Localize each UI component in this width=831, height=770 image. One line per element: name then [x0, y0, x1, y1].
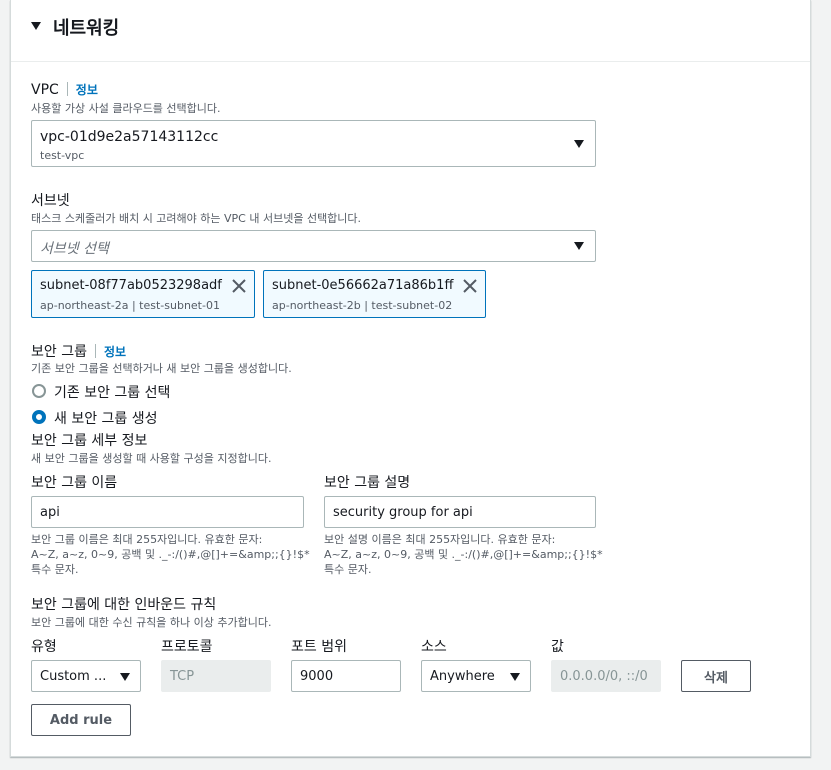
divider [94, 344, 96, 358]
subnet-token: subnet-08f77ab0523298adf ap-northeast-2a… [31, 270, 255, 318]
vpc-select[interactable]: vpc-01d9e2a57143112cc test-vpc [31, 120, 596, 167]
inbound-rules-label: 보안 그룹에 대한 인바운드 규칙 [31, 597, 217, 613]
vpc-selected-name: test-vpc [40, 149, 85, 162]
divider [66, 82, 68, 96]
rule-protocol-input: TCP [161, 660, 271, 692]
security-group-desc-label: 보안 그룹 설명 [324, 475, 411, 491]
caret-down-icon [574, 242, 584, 250]
caret-down-icon[interactable] [31, 22, 41, 30]
section-title: 네트워킹 [53, 18, 120, 39]
rule-value-input: 0.0.0.0/0, ::/0 [551, 660, 661, 692]
vpc-selected-id: vpc-01d9e2a57143112cc [40, 129, 219, 145]
security-group-details-description: 새 보안 그룹을 생성할 때 사용할 구성을 지정합니다. [31, 452, 272, 465]
subnet-token-detail: ap-northeast-2a | test-subnet-01 [40, 299, 220, 312]
rule-type-value: Custom ... [40, 669, 107, 684]
radio-new-security-group[interactable] [32, 410, 46, 424]
rule-source-select[interactable]: Anywhere [421, 660, 531, 692]
security-group-label-row: 보안 그룹 정보 [31, 341, 126, 361]
rule-type-select[interactable]: Custom ... [31, 660, 141, 692]
subnet-select[interactable]: 서브넷 선택 [31, 230, 596, 262]
rule-port-range-input[interactable]: 9000 [291, 660, 401, 692]
subnet-token-detail: ap-northeast-2b | test-subnet-02 [272, 299, 453, 312]
vpc-label: VPC [31, 82, 59, 98]
security-group-info-link[interactable]: 정보 [104, 345, 126, 359]
delete-rule-button[interactable]: 삭제 [681, 660, 751, 692]
column-port-range: 포트 범위 [291, 639, 347, 655]
vpc-info-link[interactable]: 정보 [76, 83, 98, 97]
security-group-name-input[interactable]: api [31, 496, 304, 528]
security-group-name-label: 보안 그룹 이름 [31, 475, 118, 491]
vpc-description: 사용할 가상 사설 클라우드를 선택합니다. [31, 102, 221, 115]
radio-new-label[interactable]: 새 보안 그룹 생성 [54, 408, 158, 428]
rule-source-value: Anywhere [430, 669, 495, 684]
networking-header[interactable]: 네트워킹 [11, 0, 810, 62]
column-value: 값 [551, 639, 564, 655]
inbound-rules-description: 보안 그룹에 대한 수신 규칙을 하나 이상 추가합니다. [31, 616, 272, 629]
security-group-label: 보안 그룹 [31, 344, 87, 360]
subnet-placeholder: 서브넷 선택 [40, 241, 109, 257]
subnet-token-id: subnet-08f77ab0523298adf [40, 278, 222, 293]
subnet-token-id: subnet-0e56662a71a86b1ff [272, 278, 454, 293]
subnet-description: 태스크 스케줄러가 배치 시 고려해야 하는 VPC 내 서브넷을 선택합니다. [31, 212, 362, 225]
networking-panel: 네트워킹 VPC 정보 사용할 가상 사설 클라우드를 선택합니다. vpc-01… [10, 0, 811, 757]
subnet-label: 서브넷 [31, 193, 70, 209]
column-type: 유형 [31, 639, 57, 655]
caret-down-icon [574, 140, 584, 148]
security-group-name-hint: 보안 그룹 이름은 최대 255자입니다. 유효한 문자: A~Z, a~z, … [31, 533, 310, 576]
radio-existing-security-group[interactable] [32, 384, 46, 398]
caret-down-icon [510, 673, 520, 681]
radio-existing-label[interactable]: 기존 보안 그룹 선택 [54, 382, 170, 402]
caret-down-icon [120, 673, 130, 681]
column-source: 소스 [421, 639, 447, 655]
vpc-label-row: VPC 정보 [31, 81, 98, 98]
close-icon[interactable] [231, 278, 247, 294]
security-group-desc-input[interactable]: security group for api [324, 496, 596, 528]
security-group-description: 기존 보안 그룹을 선택하거나 새 보안 그룹을 생성합니다. [31, 362, 292, 375]
add-rule-button[interactable]: Add rule [31, 704, 131, 736]
security-group-details-label: 보안 그룹 세부 정보 [31, 433, 148, 449]
column-protocol: 프로토콜 [161, 639, 213, 655]
close-icon[interactable] [462, 278, 478, 294]
subnet-token: subnet-0e56662a71a86b1ff ap-northeast-2b… [263, 270, 486, 318]
security-group-desc-hint: 보안 설명 이름은 최대 255자입니다. 유효한 문자: A~Z, a~z, … [324, 533, 603, 576]
